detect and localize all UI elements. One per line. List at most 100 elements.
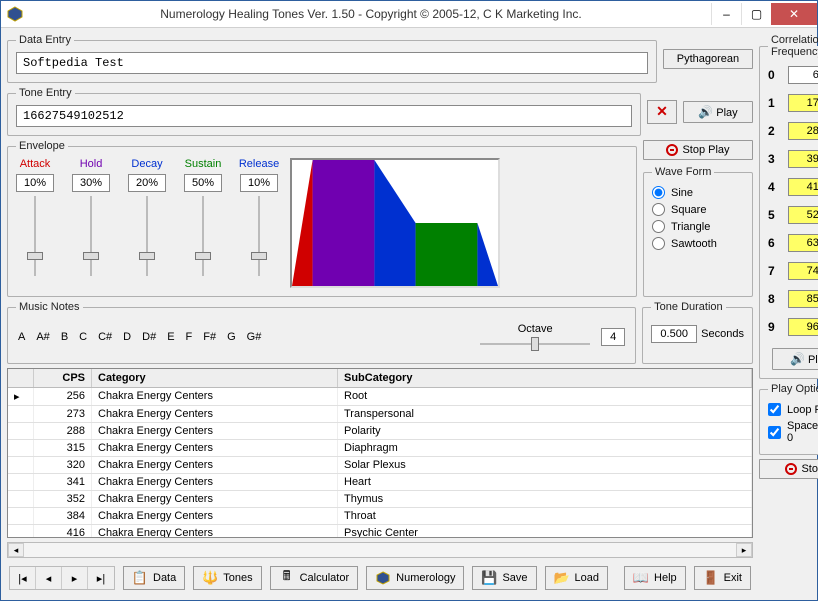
data-button[interactable]: 📋Data <box>123 566 185 590</box>
scroll-left-button[interactable]: ◂ <box>8 543 24 557</box>
note-button[interactable]: F# <box>203 331 216 343</box>
col-category[interactable]: Category <box>92 369 338 387</box>
note-button[interactable]: A <box>18 331 25 343</box>
note-button[interactable]: B <box>61 331 68 343</box>
env-slider[interactable] <box>82 196 100 276</box>
loop-play-checkbox[interactable]: Loop Play <box>768 401 818 418</box>
space-tone-checkbox[interactable]: Space as Tone 0 <box>768 418 818 446</box>
env-slider[interactable] <box>194 196 212 276</box>
note-button[interactable]: G <box>227 331 236 343</box>
note-button[interactable]: D <box>123 331 131 343</box>
play-options-group: Play Options Loop Play Space as Tone 0 <box>759 383 818 455</box>
nav-last-button[interactable]: ▸| <box>88 567 114 589</box>
h-scrollbar[interactable]: ◂ ▸ <box>7 542 753 558</box>
nav-controls: |◂ ◂ ▸ ▸| <box>9 566 115 590</box>
note-button[interactable]: C <box>79 331 87 343</box>
save-button[interactable]: 💾Save <box>472 566 536 590</box>
env-slider[interactable] <box>138 196 156 276</box>
load-button[interactable]: 📂Load <box>545 566 608 590</box>
env-value[interactable]: 10% <box>16 174 54 192</box>
env-slider[interactable] <box>26 196 44 276</box>
tone-duration-legend: Tone Duration <box>651 301 726 313</box>
octave-value[interactable]: 4 <box>601 328 625 346</box>
col-cps[interactable]: CPS <box>34 369 92 387</box>
table-row[interactable]: 315Chakra Energy CentersDiaphragm <box>8 440 752 457</box>
note-button[interactable]: D# <box>142 331 156 343</box>
octave-slider[interactable] <box>480 337 590 351</box>
wave-option[interactable]: Triangle <box>652 218 744 235</box>
note-button[interactable]: E <box>167 331 174 343</box>
calculator-button[interactable]: 🖩Calculator <box>270 566 359 590</box>
tone-duration-input[interactable] <box>651 325 697 343</box>
col-subcategory[interactable]: SubCategory <box>338 369 752 387</box>
correlation-row: 8 852 🔊 <box>768 288 818 310</box>
numerology-button[interactable]: Numerology <box>366 566 464 590</box>
help-button[interactable]: 📖Help <box>624 566 686 590</box>
table-row[interactable]: ▸256Chakra Energy CentersRoot <box>8 388 752 406</box>
col-sel[interactable] <box>8 369 34 387</box>
octave-label: Octave <box>518 323 553 335</box>
wave-option[interactable]: Sine <box>652 184 744 201</box>
exit-button[interactable]: 🚪Exit <box>694 566 751 590</box>
play-button[interactable]: 🔊 Play <box>683 101 753 123</box>
freq-value[interactable]: 639 <box>788 234 818 252</box>
wave-option[interactable]: Square <box>652 201 744 218</box>
stop-play-button-2[interactable]: Stop Play <box>759 459 818 479</box>
help-icon: 📖 <box>633 570 649 586</box>
note-button[interactable]: C# <box>98 331 112 343</box>
play-all-button[interactable]: 🔊 Play All <box>772 348 818 370</box>
table-row[interactable]: 273Chakra Energy CentersTranspersonal <box>8 406 752 423</box>
freq-value[interactable]: 396 <box>788 150 818 168</box>
table-row[interactable]: 384Chakra Energy CentersThroat <box>8 508 752 525</box>
env-label: Attack <box>20 158 51 170</box>
note-button[interactable]: G# <box>247 331 262 343</box>
env-value[interactable]: 20% <box>128 174 166 192</box>
freq-value[interactable]: 528 <box>788 206 818 224</box>
table-body[interactable]: ▸256Chakra Energy CentersRoot273Chakra E… <box>8 388 752 537</box>
speaker-icon: 🔊 <box>790 352 805 366</box>
data-entry-group: Data Entry <box>7 34 657 83</box>
env-slider[interactable] <box>250 196 268 276</box>
scroll-right-button[interactable]: ▸ <box>736 543 752 557</box>
nav-first-button[interactable]: |◂ <box>10 567 36 589</box>
freq-value[interactable]: 285 <box>788 122 818 140</box>
close-button[interactable]: ✕ <box>771 3 817 25</box>
table-row[interactable]: 416Chakra Energy CentersPsychic Center <box>8 525 752 537</box>
data-entry-input[interactable] <box>16 52 648 74</box>
freq-value[interactable]: 852 <box>788 290 818 308</box>
minimize-button[interactable]: – <box>711 3 741 25</box>
nav-next-button[interactable]: ▸ <box>62 567 88 589</box>
x-icon: ✕ <box>656 103 668 120</box>
note-button[interactable]: F <box>186 331 193 343</box>
freq-value[interactable]: 741 <box>788 262 818 280</box>
table-row[interactable]: 341Chakra Energy CentersHeart <box>8 474 752 491</box>
table-header: CPS Category SubCategory <box>8 369 752 388</box>
pythagorean-button[interactable]: Pythagorean <box>663 49 753 69</box>
freq-value[interactable]: 63 <box>788 66 818 84</box>
tones-button[interactable]: 🔱Tones <box>193 566 261 590</box>
tone-entry-input[interactable] <box>16 105 632 127</box>
correlation-row: 6 639 🔊 <box>768 232 818 254</box>
freq-value[interactable]: 174 <box>788 94 818 112</box>
stop-play-button[interactable]: Stop Play <box>643 140 753 160</box>
nav-prev-button[interactable]: ◂ <box>36 567 62 589</box>
table-row[interactable]: 352Chakra Energy CentersThymus <box>8 491 752 508</box>
correlation-row: 3 396 🔊 <box>768 148 818 170</box>
env-label: Sustain <box>185 158 222 170</box>
tone-entry-legend: Tone Entry <box>16 87 75 99</box>
maximize-button[interactable]: ▢ <box>741 3 771 25</box>
clear-tone-button[interactable]: ✕ <box>647 100 677 124</box>
env-value[interactable]: 10% <box>240 174 278 192</box>
wave-option[interactable]: Sawtooth <box>652 235 744 252</box>
freq-value[interactable]: 417 <box>788 178 818 196</box>
table-row[interactable]: 288Chakra Energy CentersPolarity <box>8 423 752 440</box>
correlation-row: 2 285 🔊 <box>768 120 818 142</box>
env-value[interactable]: 30% <box>72 174 110 192</box>
freq-value[interactable]: 963 <box>788 318 818 336</box>
note-button[interactable]: A# <box>36 331 49 343</box>
play-options-legend: Play Options <box>768 383 818 395</box>
app-window: Numerology Healing Tones Ver. 1.50 - Cop… <box>0 0 818 601</box>
env-value[interactable]: 50% <box>184 174 222 192</box>
table-row[interactable]: 320Chakra Energy CentersSolar Plexus <box>8 457 752 474</box>
env-label: Hold <box>80 158 103 170</box>
